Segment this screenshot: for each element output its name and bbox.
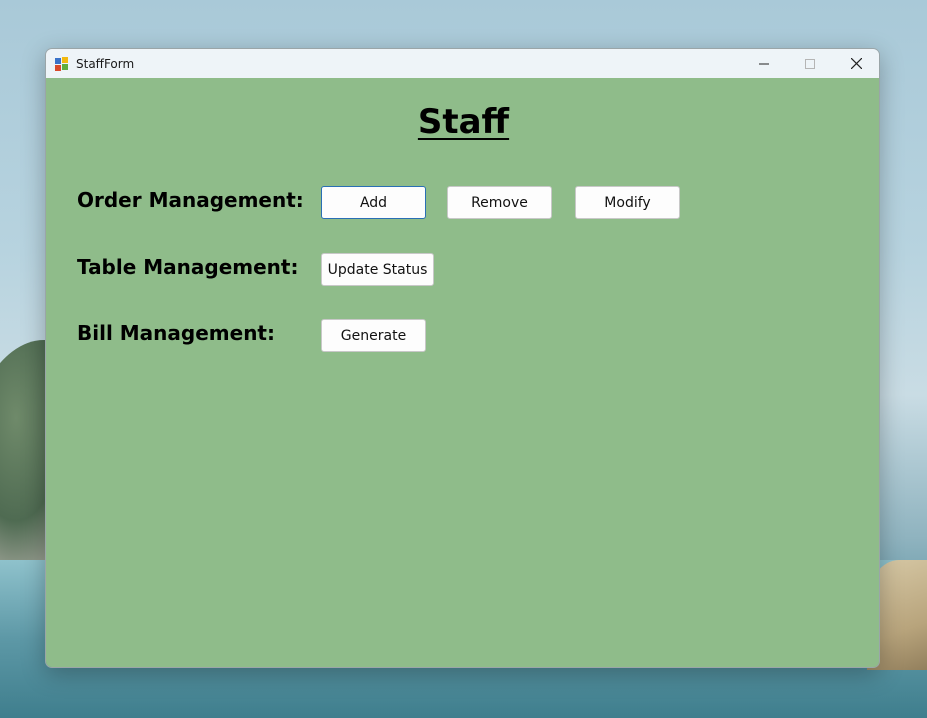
modify-order-button[interactable]: Modify bbox=[575, 186, 680, 219]
desktop-background: StaffForm Staff Order Management: Add Re… bbox=[0, 0, 927, 718]
update-status-button[interactable]: Update Status bbox=[321, 253, 434, 286]
app-icon bbox=[55, 56, 69, 71]
window-title: StaffForm bbox=[76, 56, 135, 71]
table-management-label: Table Management: bbox=[77, 255, 299, 279]
page-title: Staff bbox=[417, 102, 510, 142]
maximize-icon bbox=[805, 58, 815, 69]
close-button[interactable] bbox=[833, 49, 879, 78]
close-icon bbox=[850, 58, 862, 69]
title-bar[interactable]: StaffForm bbox=[46, 49, 879, 78]
remove-order-button[interactable]: Remove bbox=[447, 186, 552, 219]
bill-management-label: Bill Management: bbox=[77, 321, 275, 345]
caption-buttons bbox=[741, 49, 879, 78]
generate-bill-button[interactable]: Generate bbox=[321, 319, 426, 352]
minimize-icon bbox=[759, 63, 769, 64]
maximize-button[interactable] bbox=[787, 49, 833, 78]
order-management-label: Order Management: bbox=[77, 188, 304, 212]
add-order-button[interactable]: Add bbox=[321, 186, 426, 219]
form-client-area: Staff Order Management: Add Remove Modif… bbox=[46, 78, 879, 667]
minimize-button[interactable] bbox=[741, 49, 787, 78]
staff-form-window: StaffForm Staff Order Management: Add Re… bbox=[45, 48, 880, 668]
